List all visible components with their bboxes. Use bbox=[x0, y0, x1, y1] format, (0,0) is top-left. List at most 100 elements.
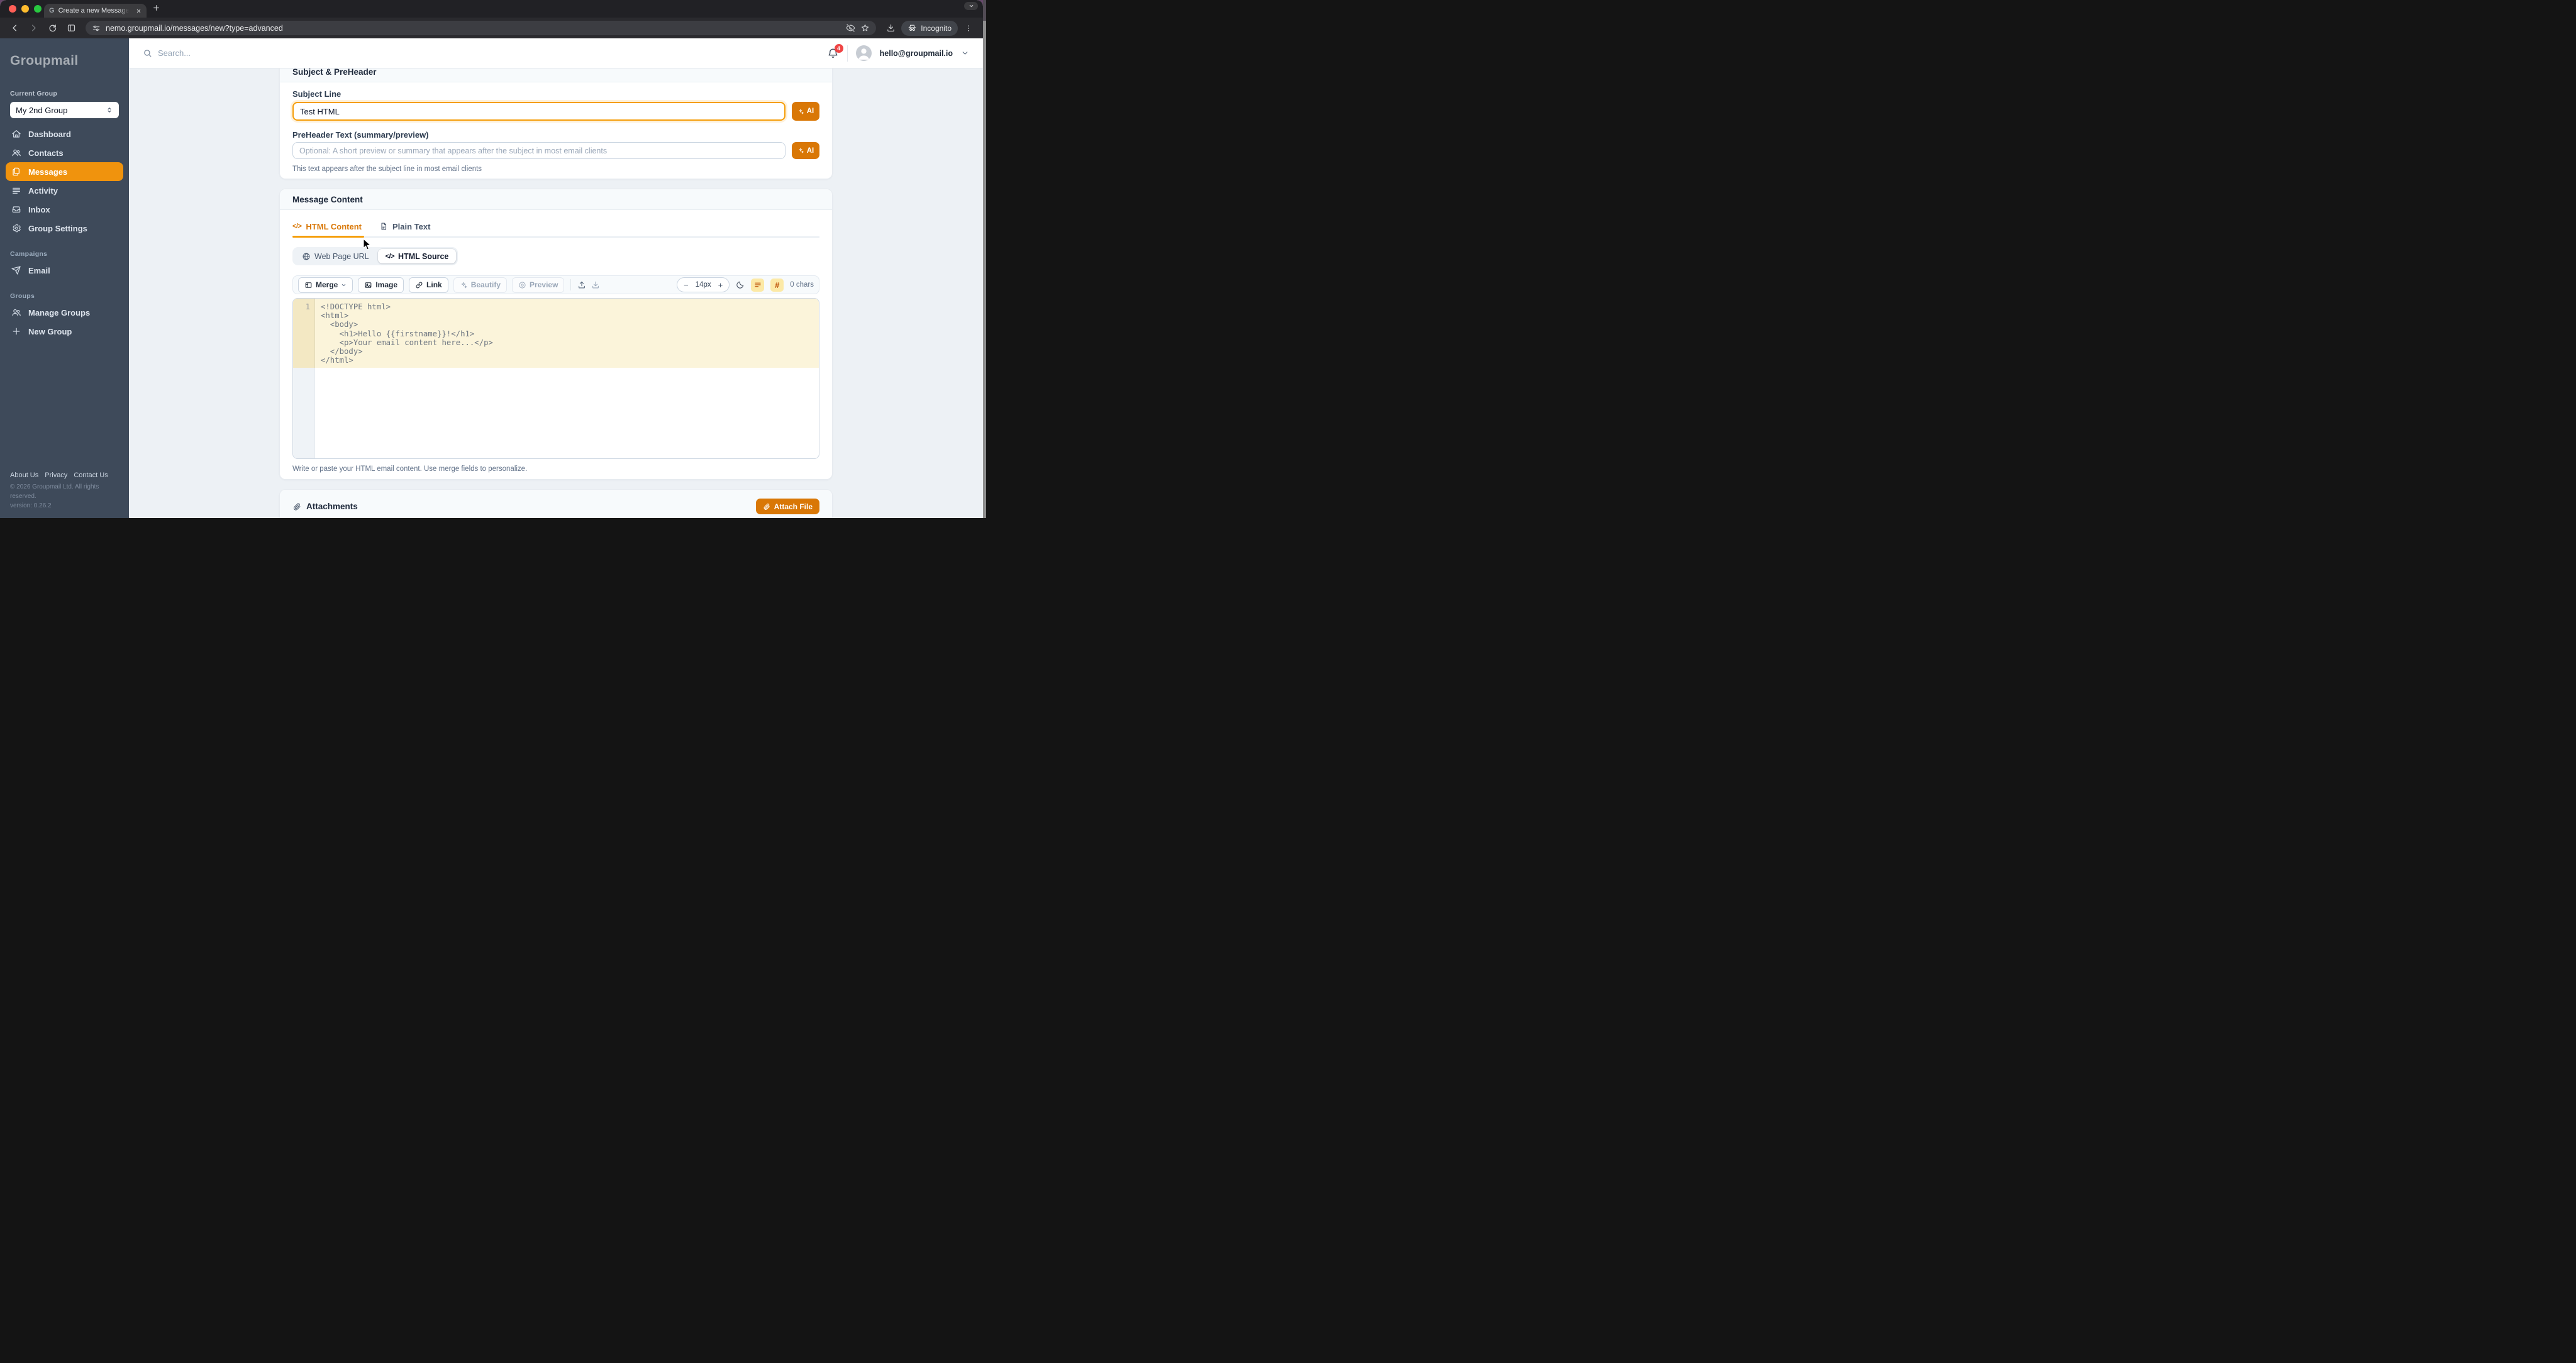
window-controls bbox=[9, 5, 42, 13]
word-wrap-toggle[interactable] bbox=[751, 279, 764, 292]
close-tab-icon[interactable] bbox=[136, 8, 142, 14]
copyright-text: © 2026 Groupmail Ltd. All rights reserve… bbox=[10, 482, 119, 501]
about-us-link[interactable]: About Us bbox=[10, 472, 38, 479]
sidebar-item-messages[interactable]: Messages bbox=[6, 162, 123, 181]
app-frame: Groupmail Current Group My 2nd Group Das… bbox=[0, 38, 983, 518]
toggle-html-source[interactable]: </> HTML Source bbox=[378, 249, 457, 263]
address-bar[interactable]: nemo.groupmail.io/messages/new?type=adva… bbox=[86, 21, 876, 35]
search-placeholder: Search... bbox=[158, 48, 191, 58]
font-size-value: 14px bbox=[696, 281, 711, 289]
subject-ai-button[interactable]: AI bbox=[792, 102, 819, 121]
tab-html-content[interactable]: </> HTML Content bbox=[292, 222, 362, 231]
incognito-badge: Incognito bbox=[901, 21, 958, 36]
group-select-value: My 2nd Group bbox=[16, 106, 67, 115]
sidebar-item-email[interactable]: Email bbox=[6, 261, 123, 280]
campaigns-section-label: Campaigns bbox=[10, 250, 119, 258]
close-window-button[interactable] bbox=[9, 5, 16, 13]
side-panel-icon[interactable] bbox=[63, 20, 79, 36]
incognito-label: Incognito bbox=[921, 24, 952, 33]
beautify-button[interactable]: Beautify bbox=[453, 277, 507, 293]
upload-icon[interactable] bbox=[577, 280, 586, 289]
browser-menu-icon[interactable] bbox=[960, 20, 977, 36]
zoom-window-button[interactable] bbox=[34, 5, 42, 13]
sparkles-icon bbox=[460, 281, 468, 289]
ai-button-label: AI bbox=[807, 108, 814, 115]
toggle-web-page-url[interactable]: Web Page URL bbox=[294, 249, 377, 263]
privacy-link[interactable]: Privacy bbox=[45, 472, 67, 479]
link-button[interactable]: Link bbox=[409, 277, 448, 293]
preheader-ai-button[interactable]: AI bbox=[792, 142, 819, 159]
browser-window: G Create a new Message | Grou bbox=[0, 0, 983, 518]
desktop-edge bbox=[983, 0, 986, 518]
site-settings-icon[interactable] bbox=[92, 24, 101, 33]
minimize-window-button[interactable] bbox=[21, 5, 29, 13]
app-logo: Groupmail bbox=[10, 53, 119, 69]
decrease-font-button[interactable]: − bbox=[684, 280, 689, 290]
toggle-label: Web Page URL bbox=[314, 252, 369, 261]
reload-button[interactable] bbox=[44, 20, 60, 36]
browser-tab-strip: G Create a new Message | Grou bbox=[0, 0, 983, 18]
attach-file-button[interactable]: Attach File bbox=[756, 499, 819, 514]
browser-tab[interactable]: G Create a new Message | Grou bbox=[44, 4, 147, 18]
subject-line-input[interactable] bbox=[292, 102, 786, 121]
sidebar-item-group-settings[interactable]: Group Settings bbox=[6, 219, 123, 238]
browser-toolbar: nemo.groupmail.io/messages/new?type=adva… bbox=[0, 18, 983, 38]
preview-button[interactable]: Preview bbox=[512, 277, 564, 293]
beautify-label: Beautify bbox=[471, 280, 501, 289]
url-text[interactable]: nemo.groupmail.io/messages/new?type=adva… bbox=[106, 24, 841, 33]
users-icon bbox=[11, 148, 21, 158]
bookmark-star-icon[interactable] bbox=[860, 23, 870, 33]
contact-us-link[interactable]: Contact Us bbox=[74, 472, 108, 479]
sidebar-item-activity[interactable]: Activity bbox=[6, 181, 123, 200]
search-input[interactable]: Search... bbox=[143, 48, 191, 58]
dark-mode-icon[interactable] bbox=[736, 280, 745, 289]
group-select[interactable]: My 2nd Group bbox=[10, 102, 119, 118]
sidebar-item-label: Group Settings bbox=[28, 224, 87, 233]
page-content: Subject & PreHeader Subject Line AI PreH… bbox=[129, 69, 983, 518]
sidebar-item-dashboard[interactable]: Dashboard bbox=[6, 124, 123, 143]
merge-button[interactable]: Merge bbox=[298, 277, 353, 293]
sidebar-item-inbox[interactable]: Inbox bbox=[6, 200, 123, 219]
sidebar-item-new-group[interactable]: New Group bbox=[6, 322, 123, 341]
back-button[interactable] bbox=[6, 20, 23, 36]
downloads-icon[interactable] bbox=[882, 20, 899, 36]
download-icon[interactable] bbox=[591, 280, 600, 289]
send-icon bbox=[11, 265, 21, 275]
version-text: version: 0.26.2 bbox=[10, 501, 119, 510]
sidebar-item-label: Email bbox=[28, 266, 50, 275]
sidebar-item-label: Manage Groups bbox=[28, 308, 90, 317]
gear-icon bbox=[11, 223, 21, 233]
avatar[interactable] bbox=[856, 45, 872, 61]
tab-search-button[interactable] bbox=[964, 2, 978, 10]
sparkles-icon bbox=[797, 108, 804, 115]
ai-button-label: AI bbox=[807, 147, 814, 155]
forward-button[interactable] bbox=[25, 20, 42, 36]
preheader-label: PreHeader Text (summary/preview) bbox=[292, 131, 819, 140]
code-icon: </> bbox=[386, 253, 394, 260]
merge-fields-icon bbox=[304, 281, 313, 289]
tab-plain-text[interactable]: Plain Text bbox=[379, 222, 430, 231]
increase-font-button[interactable]: + bbox=[718, 280, 723, 290]
code-placeholder[interactable]: <!DOCTYPE html> <html> <body> <h1>Hello … bbox=[321, 302, 815, 365]
toggle-label: HTML Source bbox=[398, 252, 448, 261]
app-topbar: Search... 4 hello@groupmail.io bbox=[129, 38, 983, 69]
attach-file-label: Attach File bbox=[774, 502, 813, 511]
user-menu-chevron-icon[interactable] bbox=[961, 49, 969, 57]
line-numbers-toggle[interactable]: # bbox=[770, 279, 784, 292]
new-tab-button[interactable] bbox=[152, 4, 160, 12]
eye-off-icon[interactable] bbox=[846, 23, 855, 33]
image-button[interactable]: Image bbox=[358, 277, 404, 293]
image-label: Image bbox=[375, 280, 397, 289]
attachments-card: Attachments Attach File No files attache… bbox=[279, 489, 833, 518]
notification-badge: 4 bbox=[835, 44, 843, 53]
preheader-input[interactable] bbox=[292, 142, 786, 159]
sidebar-item-manage-groups[interactable]: Manage Groups bbox=[6, 303, 123, 322]
sparkles-icon bbox=[797, 147, 804, 154]
notifications-button[interactable]: 4 bbox=[827, 47, 839, 59]
sidebar-item-contacts[interactable]: Contacts bbox=[6, 143, 123, 162]
preview-icon bbox=[518, 281, 526, 289]
link-label: Link bbox=[426, 280, 442, 289]
message-content-title: Message Content bbox=[280, 189, 832, 210]
html-source-editor[interactable]: 1 <!DOCTYPE html> <html> <body> <h1>Hell… bbox=[292, 298, 819, 459]
tab-label: Plain Text bbox=[392, 222, 430, 231]
